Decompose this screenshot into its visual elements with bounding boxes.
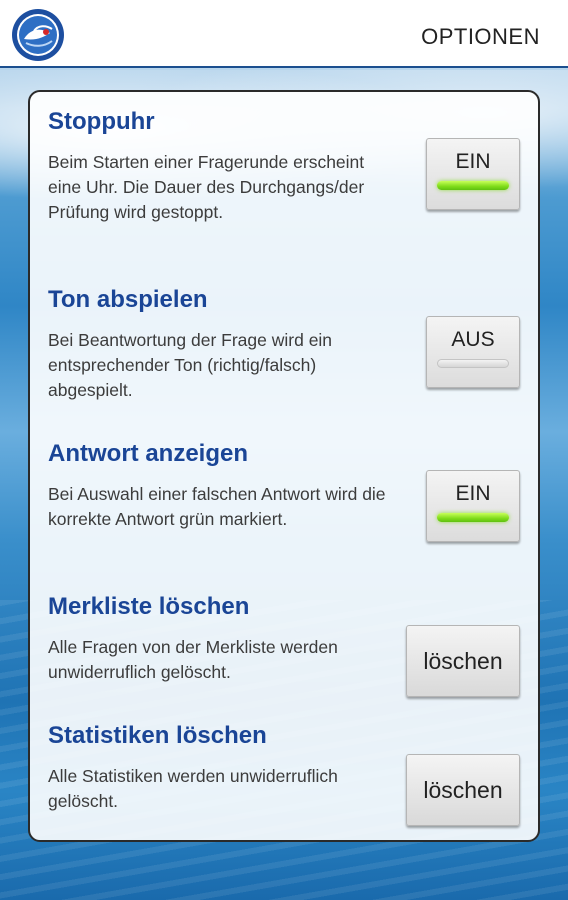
page-title: OPTIONEN bbox=[421, 24, 540, 49]
setting-sound-title: Ton abspielen bbox=[48, 286, 208, 313]
setting-show-answer: Antwort anzeigen Bei Auswahl einer falsc… bbox=[48, 440, 524, 570]
sound-toggle-button[interactable]: AUS bbox=[426, 316, 520, 388]
setting-clear-statistics-description: Alle Statistiken werden unwiderruflich g… bbox=[48, 766, 338, 811]
action-bar: OPTIONEN bbox=[0, 0, 568, 68]
settings-panel: Stoppuhr Beim Starten einer Fragerunde e… bbox=[28, 90, 540, 842]
clear-statistics-button[interactable]: löschen bbox=[406, 754, 520, 826]
setting-show-answer-description: Bei Auswahl einer falschen Antwort wird … bbox=[48, 484, 386, 529]
setting-stopwatch: Stoppuhr Beim Starten einer Fragerunde e… bbox=[48, 108, 524, 258]
setting-clear-statistics-title: Statistiken löschen bbox=[48, 722, 267, 749]
toggle-on-indicator bbox=[437, 513, 509, 522]
clear-bookmarks-button[interactable]: löschen bbox=[406, 625, 520, 697]
setting-show-answer-title: Antwort anzeigen bbox=[48, 440, 249, 467]
toggle-off-indicator bbox=[437, 359, 509, 368]
setting-sound-description: Bei Beantwortung der Frage wird ein ents… bbox=[48, 330, 333, 400]
toggle-state-label: EIN bbox=[455, 482, 491, 505]
show-answer-toggle-button[interactable]: EIN bbox=[426, 470, 520, 542]
setting-clear-bookmarks-description: Alle Fragen von der Merkliste werden unw… bbox=[48, 637, 338, 682]
setting-sound: Ton abspielen Bei Beantwortung der Frage… bbox=[48, 286, 524, 416]
setting-stopwatch-description: Beim Starten einer Fragerunde erscheint … bbox=[48, 152, 365, 222]
stopwatch-toggle-button[interactable]: EIN bbox=[426, 138, 520, 210]
app-logo-icon[interactable] bbox=[10, 7, 66, 63]
setting-clear-bookmarks: Merkliste löschen Alle Fragen von der Me… bbox=[48, 593, 524, 703]
setting-stopwatch-title: Stoppuhr bbox=[48, 108, 155, 135]
toggle-state-label: EIN bbox=[455, 150, 491, 173]
setting-clear-statistics: Statistiken löschen Alle Statistiken wer… bbox=[48, 722, 524, 832]
setting-clear-bookmarks-title: Merkliste löschen bbox=[48, 593, 250, 620]
toggle-state-label: AUS bbox=[451, 328, 495, 351]
toggle-on-indicator bbox=[437, 181, 509, 190]
